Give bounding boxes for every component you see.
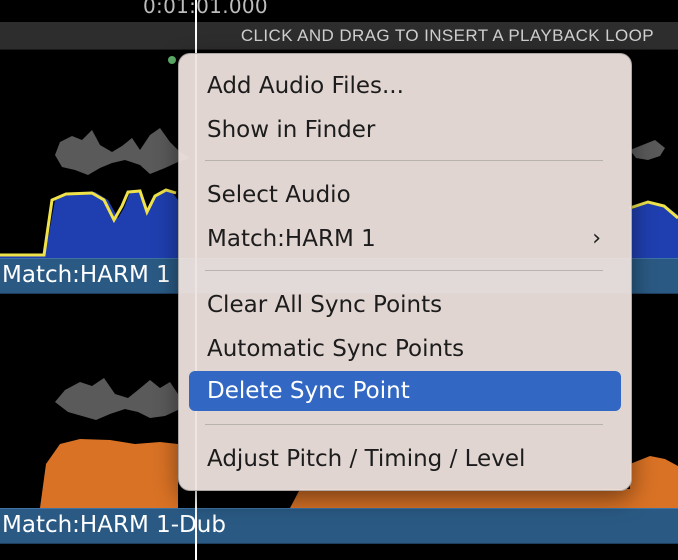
menu-item-label: Show in Finder — [207, 117, 376, 143]
menu-item-clear-all-sync-points[interactable]: Clear All Sync Points — [189, 285, 621, 325]
menu-item-add-audio-files[interactable]: Add Audio Files... — [189, 66, 621, 106]
menu-item-label: Clear All Sync Points — [207, 292, 443, 318]
menu-separator — [205, 160, 603, 161]
track-1-guide-waveform-right — [630, 140, 665, 160]
sync-point-marker — [168, 56, 176, 64]
playhead-timecode: 0:01:01.000 — [143, 0, 268, 18]
menu-item-label: Adjust Pitch / Timing / Level — [207, 446, 526, 472]
menu-item-label: Delete Sync Point — [207, 378, 410, 404]
menu-item-label: Match:HARM 1 — [207, 226, 376, 252]
track-2-guide-waveform — [55, 378, 178, 420]
context-menu: Add Audio Files... Show in Finder Select… — [178, 53, 632, 491]
track-2-audio-region — [40, 439, 178, 508]
menu-item-select-audio[interactable]: Select Audio — [189, 175, 621, 215]
track-2-name: Match:HARM 1-Dub — [2, 512, 226, 538]
menu-item-match-harm-1[interactable]: Match:HARM 1 › — [189, 219, 621, 259]
menu-item-label: Select Audio — [207, 182, 351, 208]
menu-item-show-in-finder[interactable]: Show in Finder — [189, 110, 621, 150]
track-1-name: Match:HARM 1 — [2, 262, 171, 288]
menu-separator — [205, 424, 603, 425]
track-2-audio-region-far-right — [630, 456, 678, 508]
menu-item-label: Add Audio Files... — [207, 73, 404, 99]
loop-hint-text: CLICK AND DRAG TO INSERT A PLAYBACK LOOP — [240, 26, 654, 45]
chevron-right-icon: › — [592, 226, 601, 251]
track-1-guide-waveform — [55, 128, 190, 175]
menu-separator — [205, 270, 603, 271]
menu-item-automatic-sync-points[interactable]: Automatic Sync Points — [189, 329, 621, 369]
menu-item-delete-sync-point[interactable]: Delete Sync Point — [189, 371, 621, 411]
track-2-audio-region-right — [290, 489, 630, 508]
playback-loop-bar[interactable]: CLICK AND DRAG TO INSERT A PLAYBACK LOOP — [0, 22, 678, 50]
menu-item-adjust-pitch-timing-level[interactable]: Adjust Pitch / Timing / Level — [189, 439, 621, 479]
track-2-label-bar[interactable]: Match:HARM 1-Dub — [0, 508, 678, 544]
menu-item-label: Automatic Sync Points — [207, 336, 465, 362]
